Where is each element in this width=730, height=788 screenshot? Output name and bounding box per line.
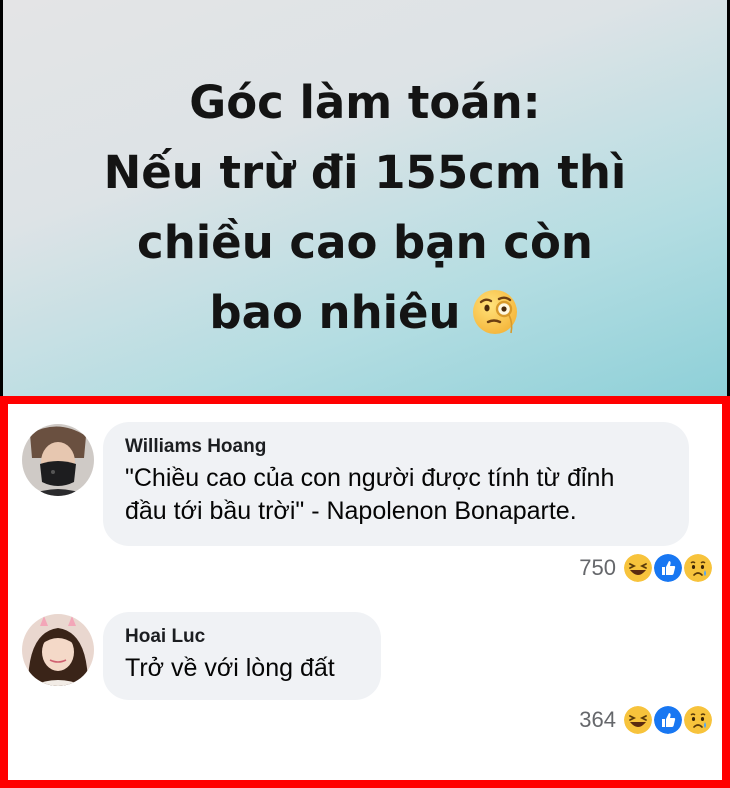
avatar-hoai-luc-icon — [22, 614, 94, 686]
post-text: Góc làm toán: Nếu trừ đi 155cm thì chiều… — [104, 68, 627, 348]
comment-author[interactable]: Williams Hoang — [125, 436, 667, 458]
comment-text-line: đầu tới bầu trời" - Napolenon Bonaparte. — [125, 497, 577, 525]
reaction-count: 750 — [579, 555, 616, 580]
comments-highlight-frame: Williams Hoang "Chiều cao của con người … — [0, 396, 730, 788]
reaction-summary[interactable]: 364 — [579, 704, 714, 736]
sad-icon — [682, 704, 714, 736]
haha-icon — [622, 552, 654, 584]
reaction-summary[interactable]: 750 — [579, 552, 714, 584]
haha-icon — [622, 704, 654, 736]
post-line-2: Nếu trừ đi 155cm thì — [103, 146, 627, 199]
comment-bubble[interactable]: Hoai Luc Trở về với lòng đất — [103, 612, 381, 700]
reaction-count: 364 — [579, 707, 616, 732]
comment-text-line: "Chiều cao của con người được tính từ đỉ… — [125, 464, 615, 492]
comments-section: Williams Hoang "Chiều cao của con người … — [8, 404, 722, 780]
avatar[interactable] — [22, 614, 94, 686]
like-icon — [652, 552, 684, 584]
comment-author[interactable]: Hoai Luc — [125, 626, 359, 648]
face-with-monocle-icon — [472, 290, 517, 334]
avatar[interactable] — [22, 424, 94, 496]
like-icon — [652, 704, 684, 736]
post-line-3: chiều cao bạn còn — [137, 216, 593, 269]
post-image: Góc làm toán: Nếu trừ đi 155cm thì chiều… — [3, 0, 727, 396]
post-line-1: Góc làm toán: — [189, 76, 541, 129]
comment-bubble[interactable]: Williams Hoang "Chiều cao của con người … — [103, 422, 689, 546]
post-line-4-text: bao nhiêu — [209, 286, 461, 339]
post-line-4: bao nhiêu — [104, 278, 627, 348]
comment-text-line: Trở về với lòng đất — [125, 654, 335, 682]
avatar-williams-hoang-icon — [22, 424, 94, 496]
sad-icon — [682, 552, 714, 584]
